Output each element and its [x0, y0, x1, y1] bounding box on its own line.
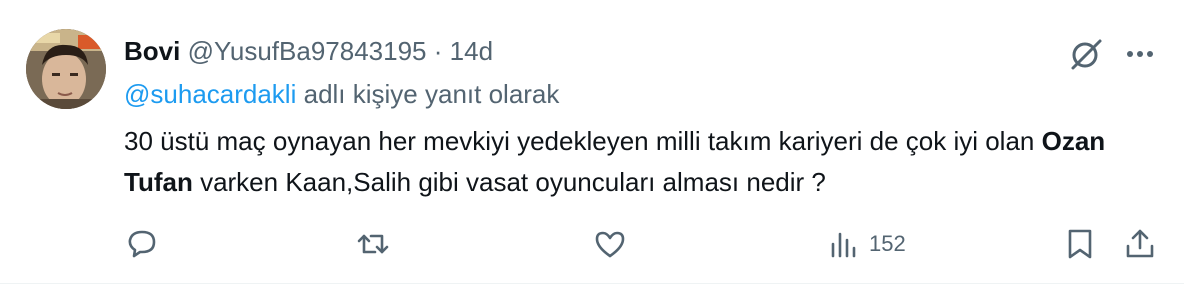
grok-icon[interactable]	[1066, 34, 1106, 74]
reply-icon	[124, 226, 160, 262]
tweet[interactable]: Bovi @YusufBa97843195 · 14d @suhacardakl…	[0, 0, 1184, 284]
share-button[interactable]	[1122, 222, 1158, 266]
tweet-text: 30 üstü maç oynayan her mevkiyi yedekley…	[124, 121, 1144, 203]
user-handle[interactable]: @YusufBa97843195	[188, 36, 427, 66]
like-icon	[592, 226, 628, 262]
tweet-time[interactable]: 14d	[450, 36, 493, 66]
views-count: 152	[869, 231, 906, 256]
more-icon[interactable]	[1120, 34, 1160, 74]
retweet-button[interactable]	[355, 222, 391, 266]
header-separator: ·	[433, 36, 443, 66]
like-button[interactable]	[592, 222, 628, 266]
reply-suffix: adlı kişiye yanıt olarak	[303, 79, 560, 109]
reply-context: @suhacardakli adlı kişiye yanıt olarak	[124, 78, 559, 110]
display-name[interactable]: Bovi	[124, 36, 180, 66]
tweet-text-before: 30 üstü maç oynayan her mevkiyi yedekley…	[124, 126, 1042, 156]
tweet-text-after: varken Kaan,Salih gibi vasat oyuncuları …	[192, 167, 826, 197]
bookmark-button[interactable]	[1062, 222, 1098, 266]
reply-button[interactable]	[124, 222, 160, 266]
tweet-header: Bovi @YusufBa97843195 · 14d	[124, 35, 493, 67]
views-button[interactable]: 152	[829, 222, 906, 266]
bookmark-icon	[1062, 226, 1098, 262]
views-icon	[829, 226, 861, 262]
action-bar: 152	[0, 222, 1184, 266]
avatar[interactable]	[26, 29, 106, 109]
reply-mention-link[interactable]: @suhacardakli	[124, 79, 296, 109]
retweet-icon	[355, 226, 391, 262]
share-icon	[1122, 226, 1158, 262]
